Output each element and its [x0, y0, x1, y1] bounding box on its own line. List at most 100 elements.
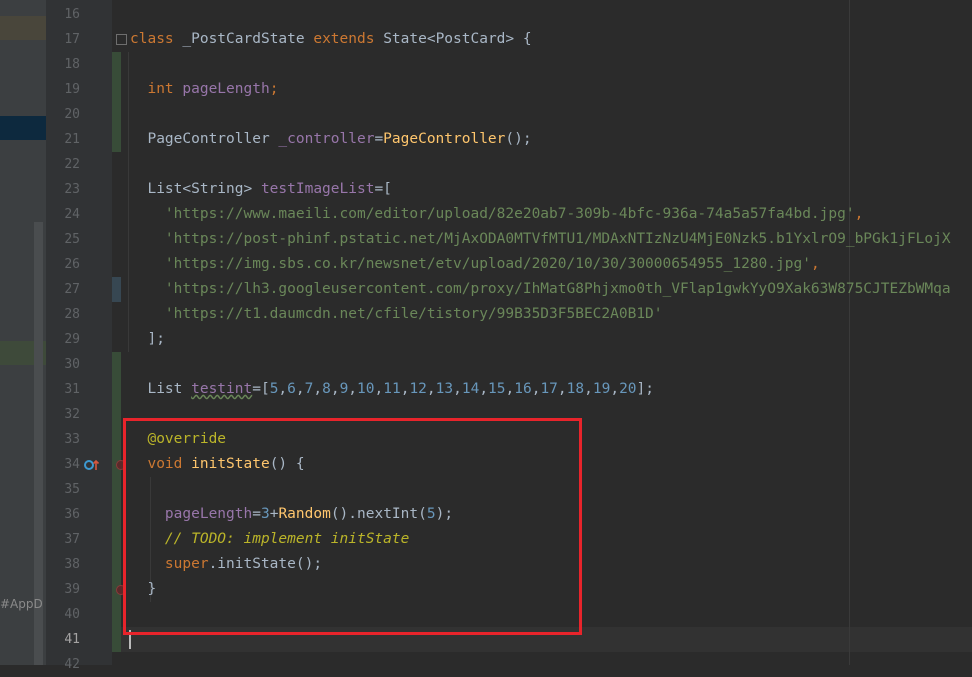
- code-token: 'https://post-phinf.pstatic.net/MjAxODA0…: [164, 231, 951, 247]
- code-line[interactable]: int pageLength;: [130, 77, 278, 102]
- code-token: 10: [357, 381, 375, 397]
- project-panel[interactable]: #AppD: [0, 0, 46, 665]
- code-token: 20: [619, 381, 637, 397]
- line-number[interactable]: 23: [46, 177, 80, 202]
- code-token: ,: [278, 381, 288, 397]
- line-number[interactable]: 27: [46, 277, 80, 302]
- code-token: 6: [287, 381, 296, 397]
- line-number[interactable]: 25: [46, 227, 80, 252]
- code-token: 19: [592, 381, 611, 397]
- code-token: ,: [557, 381, 567, 397]
- vcs-modified-marker[interactable]: [112, 277, 121, 302]
- code-token: 15: [488, 381, 506, 397]
- code-token: ,: [453, 381, 462, 397]
- code-token: 11: [383, 381, 401, 397]
- code-line[interactable]: 'https://img.sbs.co.kr/newsnet/etv/uploa…: [130, 252, 820, 277]
- code-token: PageController: [130, 131, 279, 147]
- line-number[interactable]: 31: [46, 377, 80, 402]
- code-token: class: [130, 31, 183, 47]
- line-number[interactable]: 35: [46, 477, 80, 502]
- indent-guide: [128, 52, 129, 352]
- code-token: ,: [505, 381, 515, 397]
- code-token: ,: [854, 206, 864, 222]
- line-number[interactable]: 18: [46, 52, 80, 77]
- code-line[interactable]: PageController _controller=PageControlle…: [130, 127, 532, 152]
- code-token: List: [130, 381, 192, 397]
- line-number[interactable]: 41: [46, 627, 80, 652]
- code-line[interactable]: class _PostCardState extends State<PostC…: [130, 27, 532, 52]
- code-token: 9: [339, 381, 349, 397]
- code-token: 14: [461, 381, 480, 397]
- code-token: extends: [313, 31, 384, 47]
- line-number[interactable]: 28: [46, 302, 80, 327]
- code-token: List<String>: [130, 181, 261, 197]
- code-token: testint: [191, 381, 253, 397]
- line-number[interactable]: 37: [46, 527, 80, 552]
- code-token: =[: [374, 181, 392, 197]
- line-number[interactable]: 40: [46, 602, 80, 627]
- code-token: =[: [252, 381, 270, 397]
- code-token: 8: [322, 381, 331, 397]
- override-method-icon[interactable]: [84, 458, 100, 472]
- code-token: ,: [330, 381, 340, 397]
- code-line[interactable]: 'https://t1.daumcdn.net/cfile/tistory/99…: [130, 302, 663, 327]
- line-number[interactable]: 26: [46, 252, 80, 277]
- code-line[interactable]: List testint=[5,6,7,8,9,10,11,12,13,14,1…: [130, 377, 654, 402]
- vcs-added-marker[interactable]: [112, 352, 121, 652]
- line-number[interactable]: 29: [46, 327, 80, 352]
- code-token: ,: [426, 381, 436, 397]
- code-token: ();: [505, 131, 532, 147]
- code-line[interactable]: 'https://post-phinf.pstatic.net/MjAxODA0…: [130, 227, 951, 252]
- project-item-active[interactable]: [0, 116, 46, 140]
- line-number[interactable]: 36: [46, 502, 80, 527]
- vcs-added-marker[interactable]: [112, 52, 121, 152]
- code-token: ,: [348, 381, 358, 397]
- code-line[interactable]: 'https://lh3.googleusercontent.com/proxy…: [130, 277, 951, 302]
- code-line[interactable]: List<String> testImageList=[: [130, 177, 392, 202]
- right-margin-guide: [849, 0, 850, 665]
- code-line[interactable]: ];: [130, 327, 165, 352]
- line-number[interactable]: 39: [46, 577, 80, 602]
- code-line[interactable]: 'https://www.maeili.com/editor/upload/82…: [130, 202, 863, 227]
- code-token: 12: [409, 381, 427, 397]
- code-token: ;: [269, 81, 279, 97]
- line-number[interactable]: 34: [46, 452, 80, 477]
- line-number[interactable]: 24: [46, 202, 80, 227]
- code-token: 17: [540, 381, 558, 397]
- project-item-selected[interactable]: [0, 16, 46, 40]
- code-token: 'https://t1.daumcdn.net/cfile/tistory/99…: [164, 306, 663, 322]
- code-token: _controller: [278, 131, 375, 147]
- line-number[interactable]: 20: [46, 102, 80, 127]
- line-number[interactable]: 30: [46, 352, 80, 377]
- line-number[interactable]: 33: [46, 427, 80, 452]
- fold-marker-icon[interactable]: [116, 34, 127, 45]
- code-token: =: [374, 131, 384, 147]
- code-token: 'https://www.maeili.com/editor/upload/82…: [164, 206, 855, 222]
- line-number[interactable]: 21: [46, 127, 80, 152]
- code-token: 'https://img.sbs.co.kr/newsnet/etv/uploa…: [164, 256, 811, 272]
- code-token: int: [147, 81, 183, 97]
- code-token: ,: [810, 256, 820, 272]
- code-token: PageController: [383, 131, 506, 147]
- code-token: 'https://lh3.googleusercontent.com/proxy…: [164, 281, 951, 297]
- line-number[interactable]: 32: [46, 402, 80, 427]
- line-number[interactable]: 16: [46, 2, 80, 27]
- line-number[interactable]: 38: [46, 552, 80, 577]
- line-number[interactable]: 19: [46, 77, 80, 102]
- code-token: _PostCardState: [182, 31, 314, 47]
- line-number[interactable]: 17: [46, 27, 80, 52]
- line-number[interactable]: 22: [46, 152, 80, 177]
- code-token: ,: [295, 381, 305, 397]
- code-token: pageLength: [182, 81, 270, 97]
- code-token: ,: [584, 381, 593, 397]
- code-token: 16: [514, 381, 532, 397]
- code-token: ];: [636, 381, 654, 397]
- code-token: ];: [130, 331, 165, 347]
- project-item-label[interactable]: #AppD: [0, 597, 43, 611]
